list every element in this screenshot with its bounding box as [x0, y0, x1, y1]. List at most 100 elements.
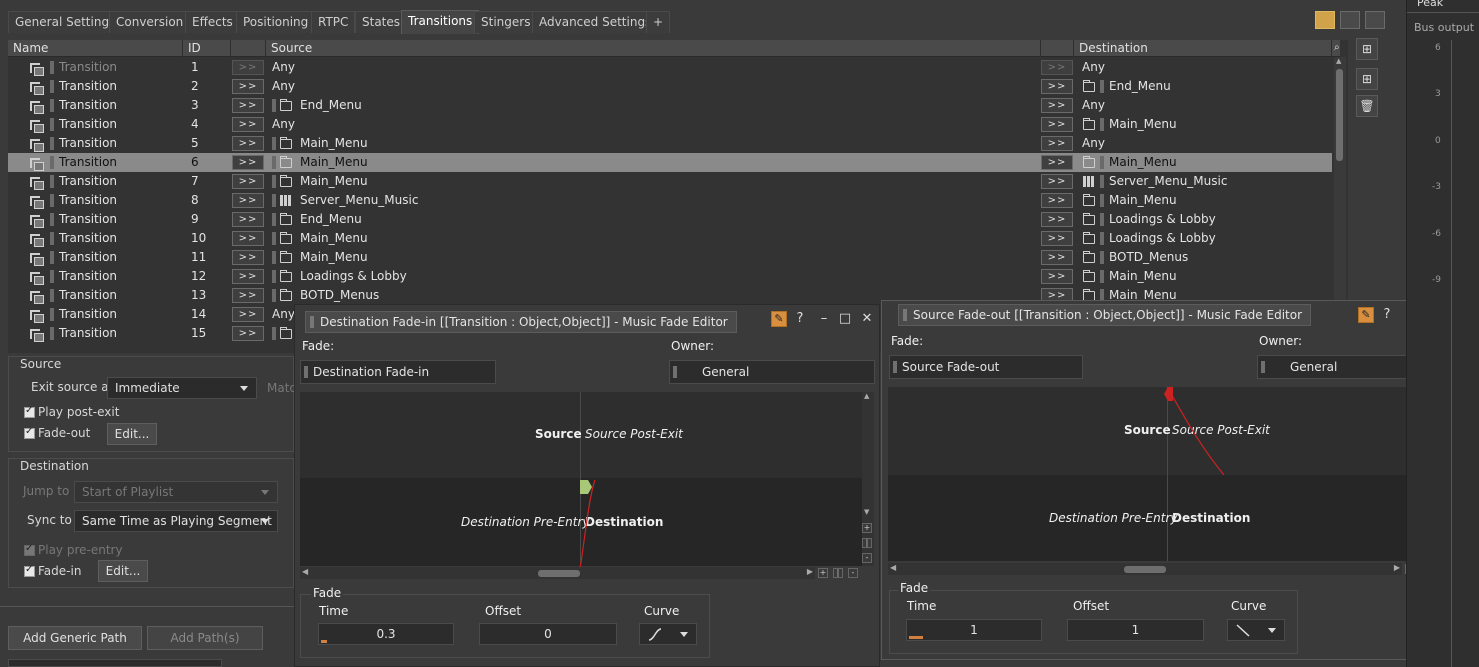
scroll-right-icon[interactable]: ▶: [807, 567, 813, 576]
fade-out-curve[interactable]: [1152, 387, 1232, 479]
split-horizontal-icon[interactable]: [1365, 11, 1385, 29]
table-row[interactable]: Transition 4 >> Any >> Main_Menu: [8, 115, 1332, 134]
table-row[interactable]: Transition 3 >> End_Menu >> Any: [8, 96, 1332, 115]
search-input[interactable]: [8, 659, 222, 667]
editor-hscroll-thumb[interactable]: [1124, 566, 1166, 573]
table-row[interactable]: Transition 12 >> Loadings & Lobby >> Main_Men…: [8, 267, 1332, 286]
source-select-button[interactable]: >>: [232, 174, 264, 189]
source-select-button[interactable]: >>: [232, 250, 264, 265]
destination-select-button[interactable]: >>: [1041, 193, 1073, 208]
h-zoom-fit-icon[interactable]: |: [833, 568, 843, 578]
sync-to-dropdown[interactable]: Same Time as Playing Segment: [74, 510, 278, 532]
pin-icon[interactable]: ✎: [771, 311, 787, 327]
header-destination[interactable]: Destination: [1074, 40, 1332, 57]
source-select-button[interactable]: >>: [232, 326, 264, 341]
scroll-left-icon[interactable]: ◀: [890, 563, 896, 572]
fade-name-field[interactable]: Source Fade-out: [889, 355, 1083, 379]
editor-hscroll-thumb[interactable]: [538, 570, 580, 577]
tab-rtpc[interactable]: RTPC: [311, 11, 356, 33]
fade-in-checkbox[interactable]: [24, 564, 35, 577]
destination-select-button[interactable]: >>: [1041, 212, 1073, 227]
scroll-right-icon[interactable]: ▶: [1394, 563, 1400, 572]
table-row[interactable]: Transition 10 >> Main_Menu >> Loadings & Lobb…: [8, 229, 1332, 248]
tab-advanced-settings[interactable]: Advanced Settings: [532, 11, 659, 33]
fade-name-field[interactable]: Destination Fade-in: [300, 360, 496, 384]
table-row[interactable]: Transition 6 >> Main_Menu >> Main_Menu: [8, 153, 1332, 172]
destination-select-button[interactable]: >>: [1041, 117, 1073, 132]
tab-conversion[interactable]: Conversion: [109, 11, 191, 33]
tab-states[interactable]: States: [355, 11, 408, 33]
destination-select-button[interactable]: >>: [1041, 269, 1073, 284]
scroll-left-icon[interactable]: ◀: [302, 567, 308, 576]
scroll-down-icon[interactable]: ▼: [864, 508, 869, 516]
help-icon[interactable]: ?: [792, 311, 808, 327]
pin-icon[interactable]: ✎: [1358, 307, 1374, 323]
source-select-button[interactable]: >>: [232, 231, 264, 246]
destination-select-button[interactable]: >>: [1041, 136, 1073, 151]
fade-in-handle-icon[interactable]: [580, 480, 592, 494]
single-view-icon[interactable]: [1315, 11, 1335, 29]
zoom-out-icon[interactable]: -: [862, 553, 872, 563]
owner-field[interactable]: General: [669, 360, 875, 384]
add-paths-button[interactable]: Add Path(s): [147, 626, 263, 650]
fade-out-edit-button[interactable]: Edit...: [107, 423, 157, 445]
play-pre-entry-checkbox[interactable]: [24, 543, 35, 556]
table-row[interactable]: Transition 7 >> Main_Menu >> Server_Menu_Musi…: [8, 172, 1332, 191]
new-transition-icon[interactable]: ⊞: [1356, 38, 1378, 60]
time-input[interactable]: 1: [906, 619, 1042, 641]
zoom-in-icon[interactable]: +: [862, 523, 872, 533]
exit-source-dropdown[interactable]: Immediate: [107, 377, 257, 399]
zoom-fit-icon[interactable]: |: [862, 538, 872, 548]
source-select-button[interactable]: >>: [232, 288, 264, 303]
add-generic-path-button[interactable]: Add Generic Path: [8, 626, 142, 650]
editor-hscroll[interactable]: ◀ ▶: [300, 567, 815, 579]
time-input[interactable]: 0.3: [318, 623, 454, 645]
header-arrow-2[interactable]: [1041, 40, 1074, 57]
tab-general-settings[interactable]: General Settings: [8, 11, 123, 33]
table-row[interactable]: Transition 8 >> Server_Menu_Music >> Main_Men…: [8, 191, 1332, 210]
destination-select-button[interactable]: >>: [1041, 231, 1073, 246]
source-select-button[interactable]: >>: [232, 269, 264, 284]
source-select-button[interactable]: >>: [232, 155, 264, 170]
h-zoom-in-icon[interactable]: +: [818, 568, 828, 578]
maximize-icon[interactable]: □: [837, 311, 853, 327]
editor-hscroll[interactable]: ◀ ▶: [888, 563, 1402, 575]
fade-in-curve[interactable]: [575, 477, 605, 569]
source-select-button[interactable]: >>: [232, 193, 264, 208]
scroll-up-icon[interactable]: ▲: [864, 392, 869, 400]
grid-search-icon[interactable]: ⌕: [1332, 40, 1342, 57]
help-icon[interactable]: ?: [1379, 307, 1395, 323]
destination-select-button[interactable]: >>: [1041, 155, 1073, 170]
tab-transitions[interactable]: Transitions: [401, 10, 480, 34]
table-row[interactable]: Transition 1 >> Any >> Any: [8, 58, 1332, 77]
source-select-button[interactable]: >>: [232, 136, 264, 151]
table-row[interactable]: Transition 9 >> End_Menu >> Loadings & Lobby: [8, 210, 1332, 229]
destination-select-button[interactable]: >>: [1041, 174, 1073, 189]
source-select-button[interactable]: >>: [232, 307, 264, 322]
scroll-up-icon[interactable]: ▲: [1336, 57, 1341, 65]
table-row[interactable]: Transition 11 >> Main_Menu >> BOTD_Menus: [8, 248, 1332, 267]
destination-select-button[interactable]: >>: [1041, 60, 1073, 75]
h-zoom-out-icon[interactable]: -: [848, 568, 858, 578]
tab-positioning[interactable]: Positioning: [236, 11, 316, 33]
minimize-icon[interactable]: –: [816, 311, 832, 327]
table-row[interactable]: Transition 5 >> Main_Menu >> Any: [8, 134, 1332, 153]
source-select-button[interactable]: >>: [232, 98, 264, 113]
source-select-button[interactable]: >>: [232, 60, 264, 75]
source-select-button[interactable]: >>: [232, 212, 264, 227]
header-arrow[interactable]: [231, 40, 266, 57]
curve-dropdown[interactable]: [1227, 619, 1285, 641]
destination-select-button[interactable]: >>: [1041, 79, 1073, 94]
fade-in-edit-button[interactable]: Edit...: [98, 560, 148, 582]
new-folder-icon[interactable]: ⊞: [1356, 68, 1378, 90]
grid-scroll-thumb[interactable]: [1336, 69, 1343, 161]
curve-dropdown[interactable]: [639, 623, 697, 645]
fade-out-checkbox[interactable]: [24, 426, 35, 439]
jump-to-dropdown[interactable]: Start of Playlist: [74, 481, 278, 503]
offset-input[interactable]: 0: [479, 623, 617, 645]
table-row[interactable]: Transition 2 >> Any >> End_Menu: [8, 77, 1332, 96]
source-select-button[interactable]: >>: [232, 117, 264, 132]
tab-effects[interactable]: Effects: [185, 11, 240, 33]
header-name[interactable]: Name: [8, 40, 183, 57]
tab-add[interactable]: +: [646, 11, 671, 33]
